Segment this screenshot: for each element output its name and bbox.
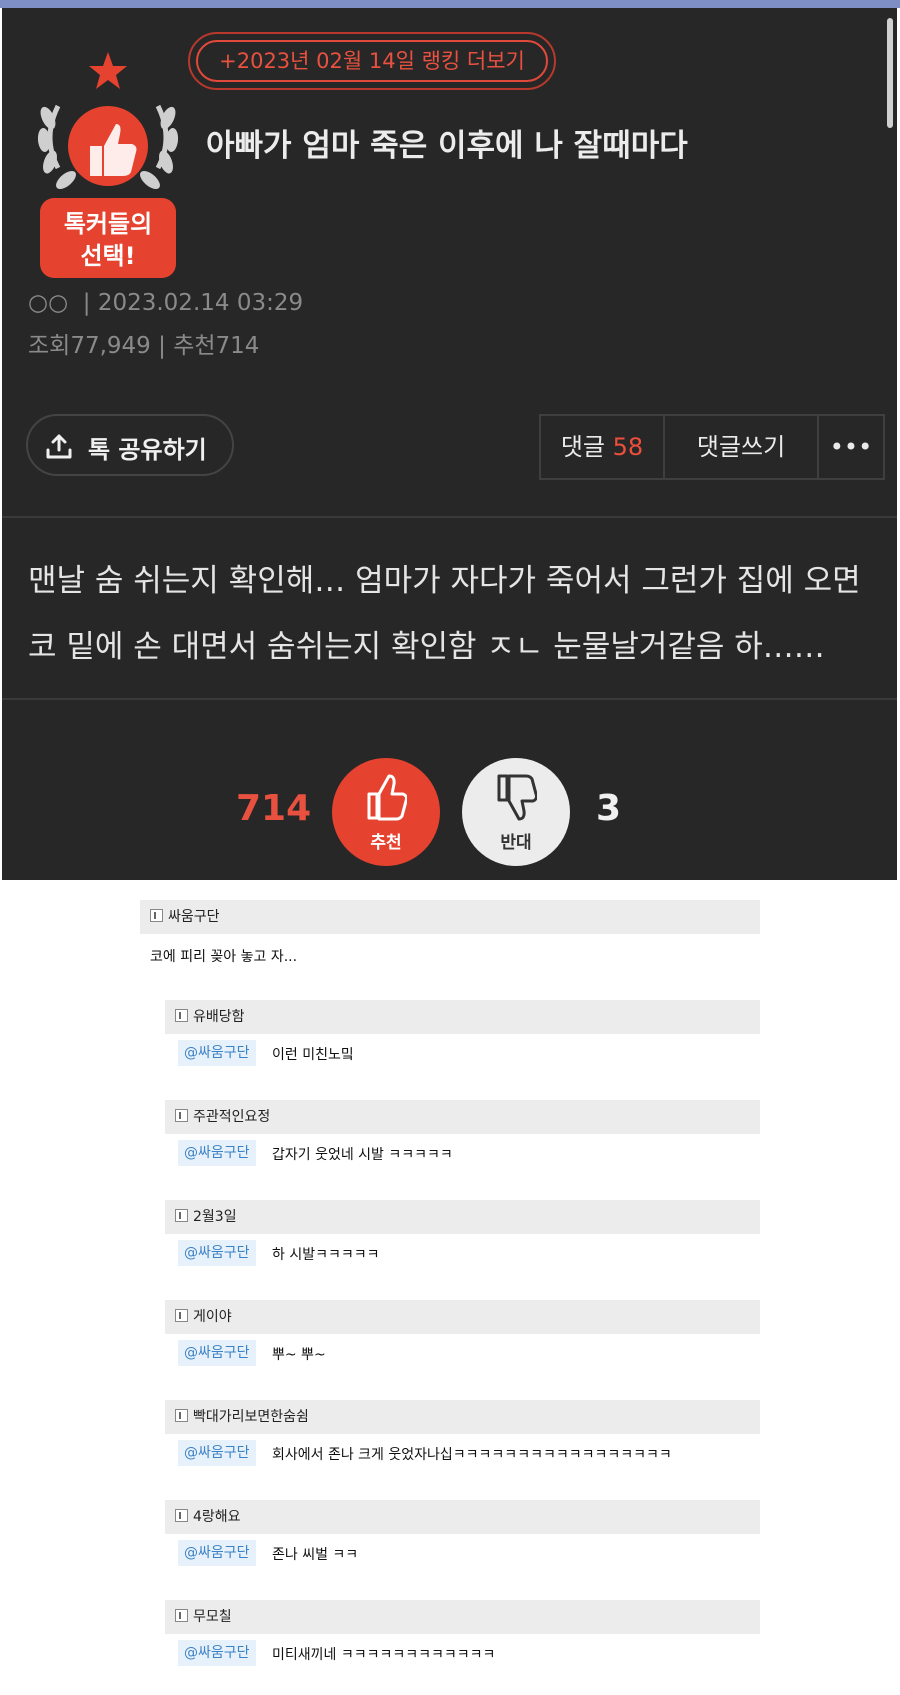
share-button-label: 톡 공유하기 <box>88 436 207 464</box>
post-meta-stats: 조회77,949 | 추천714 <box>28 326 259 360</box>
upvote-label: 추천 <box>370 833 402 853</box>
thumbs-down-icon <box>497 774 537 821</box>
reply-text: 하 시발ㅋㅋㅋㅋㅋ <box>272 1247 380 1263</box>
reply-mention[interactable]: @싸움구단 <box>178 1540 256 1566</box>
user-icon <box>175 1609 188 1622</box>
recommend-label: 추천 <box>173 333 216 359</box>
badge-line2: 선택! <box>80 242 135 270</box>
reply-header: 유배당함 <box>165 1000 760 1034</box>
reply-text: 갑자기 웃었네 시발 ㅋㅋㅋㅋㅋ <box>272 1147 453 1163</box>
comment-header: 싸움구단 <box>140 900 760 934</box>
post-body-line-2: 코 밑에 손 대면서 숨쉬는지 확인함 ㅈㄴ 눈물날거같음 하…… <box>28 629 825 665</box>
user-icon <box>175 1509 188 1522</box>
post-title: 아빠가 엄마 죽은 이후에 나 잘때마다 <box>206 128 688 164</box>
upvote-count: 714 <box>236 788 312 829</box>
reply-text: 이런 미친노밐 <box>272 1047 354 1063</box>
write-comment-button[interactable]: 댓글쓰기 <box>663 414 819 480</box>
reply-header: 게이야 <box>165 1300 760 1334</box>
badge-line1: 톡커들의 <box>64 210 152 238</box>
post-card: +2023년 02월 14일 랭킹 더보기 톡커들의 선택! 아빠가 엄마 죽은… <box>2 8 897 880</box>
comments-count: 58 <box>612 433 644 461</box>
write-comment-label: 댓글쓰기 <box>696 433 786 461</box>
reply-header: 무모칠 <box>165 1600 760 1634</box>
user-icon <box>175 1409 188 1422</box>
reply-mention[interactable]: @싸움구단 <box>178 1640 256 1666</box>
reply-username[interactable]: 빡대가리보면한숨쉼 <box>193 1406 309 1426</box>
downvote-count: 3 <box>596 788 622 829</box>
author-name[interactable]: ○○ <box>28 290 68 316</box>
share-icon <box>46 434 72 459</box>
more-options-icon: ••• <box>829 433 873 461</box>
reply-username[interactable]: 게이야 <box>193 1306 232 1326</box>
upvote-button[interactable]: 추천 <box>332 758 440 866</box>
reply-header: 4랑해요 <box>165 1500 760 1534</box>
downvote-label: 반대 <box>500 833 532 853</box>
comments-count-button[interactable]: 댓글 58 <box>539 414 665 480</box>
top-border <box>0 0 900 8</box>
more-options-button[interactable]: ••• <box>817 414 885 480</box>
reply-mention[interactable]: @싸움구단 <box>178 1340 256 1366</box>
meta-divider: | <box>75 290 98 316</box>
user-icon <box>175 1309 188 1322</box>
reply-username[interactable]: 주관적인요정 <box>193 1106 270 1126</box>
downvote-button[interactable]: 반대 <box>462 758 570 866</box>
recommend-count: 714 <box>215 333 260 359</box>
user-icon <box>175 1009 188 1022</box>
divider <box>2 516 897 518</box>
ranking-more-link[interactable]: +2023년 02월 14일 랭킹 더보기 <box>188 32 556 90</box>
views-label: 조회 <box>28 333 71 359</box>
reply-username[interactable]: 무모칠 <box>193 1606 232 1626</box>
user-icon <box>150 909 163 922</box>
reply-mention[interactable]: @싸움구단 <box>178 1440 256 1466</box>
talkers-choice-badge: 톡커들의 선택! <box>28 48 188 278</box>
laurel-thumb-icon: 톡커들의 선택! <box>37 52 179 278</box>
reply-text: 존나 씨벌 ㅋㅋ <box>272 1547 359 1563</box>
user-icon <box>175 1209 188 1222</box>
ranking-more-label: +2023년 02월 14일 랭킹 더보기 <box>196 40 548 82</box>
views-count: 77,949 <box>70 333 151 359</box>
comment-text: 코에 피리 꽂아 놓고 자... <box>150 949 298 965</box>
meta-divider: | <box>158 333 166 359</box>
reply-mention[interactable]: @싸움구단 <box>178 1140 256 1166</box>
reply-header: 빡대가리보면한숨쉼 <box>165 1400 760 1434</box>
comments-label: 댓글 <box>560 433 605 461</box>
reply-header: 2월3일 <box>165 1200 760 1234</box>
post-body-line-1: 맨날 숨 쉬는지 확인해… 엄마가 자다가 죽어서 그런가 집에 오면 <box>28 563 861 599</box>
reply-username[interactable]: 4랑해요 <box>193 1506 241 1526</box>
comment-username[interactable]: 싸움구단 <box>168 906 220 926</box>
post-datetime: 2023.02.14 03:29 <box>97 290 304 316</box>
share-button[interactable]: 톡 공유하기 <box>26 414 234 476</box>
user-icon <box>175 1109 188 1122</box>
reply-text: 회사에서 존나 크게 웃었자나십ㅋㅋㅋㅋㅋㅋㅋㅋㅋㅋㅋㅋㅋㅋㅋㅋㅋ <box>272 1447 672 1463</box>
reply-username[interactable]: 2월3일 <box>193 1206 237 1226</box>
reply-mention[interactable]: @싸움구단 <box>178 1040 256 1066</box>
post-meta-author-date: ○○ | 2023.02.14 03:29 <box>28 290 303 316</box>
reply-mention[interactable]: @싸움구단 <box>178 1240 256 1266</box>
reply-header: 주관적인요정 <box>165 1100 760 1134</box>
reply-text: 뿌~ 뿌~ <box>272 1347 326 1363</box>
divider <box>2 698 897 700</box>
reply-text: 미티새끼네 ㅋㅋㅋㅋㅋㅋㅋㅋㅋㅋㅋㅋ <box>272 1647 496 1663</box>
thumbs-up-icon <box>367 774 407 821</box>
reply-username[interactable]: 유배당함 <box>193 1006 245 1026</box>
scrollbar[interactable] <box>887 18 893 128</box>
